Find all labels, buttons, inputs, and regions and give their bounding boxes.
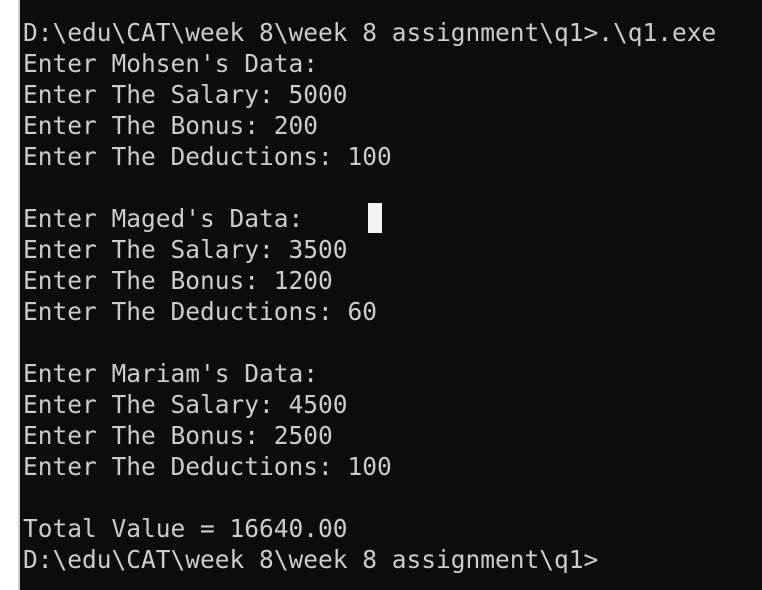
total-value-output: Total Value = 16640.00 [23,514,348,543]
prompt-mariam-deductions: Enter The Deductions: 100 [23,452,392,481]
console-output: D:\edu\CAT\week 8\week 8 assignment\q1>.… [23,17,716,575]
command-prompt[interactable]: D:\edu\CAT\week 8\week 8 assignment\q1> [23,544,716,575]
command-line: D:\edu\CAT\week 8\week 8 assignment\q1>.… [23,18,717,47]
prompt-mariam-bonus: Enter The Bonus: 2500 [23,421,333,450]
console-window[interactable]: D:\edu\CAT\week 8\week 8 assignment\q1>.… [18,0,762,590]
prompt-maged-salary: Enter The Salary: 3500 [23,235,348,264]
blank-line [23,172,716,203]
prompt-mohsen-deductions: Enter The Deductions: 100 [23,142,392,171]
prompt-mariam-data: Enter Mariam's Data: [23,359,319,388]
prompt-mohsen-salary: Enter The Salary: 5000 [23,80,348,109]
blank-line [23,327,716,358]
prompt-maged-bonus: Enter The Bonus: 1200 [23,266,333,295]
text-cursor [368,203,382,233]
prompt-mariam-salary: Enter The Salary: 4500 [23,390,348,419]
prompt-mohsen-data: Enter Mohsen's Data: [23,49,319,78]
blank-line [23,482,716,513]
prompt-mohsen-bonus: Enter The Bonus: 200 [23,111,319,140]
prompt-maged-deductions: Enter The Deductions: 60 [23,297,378,326]
